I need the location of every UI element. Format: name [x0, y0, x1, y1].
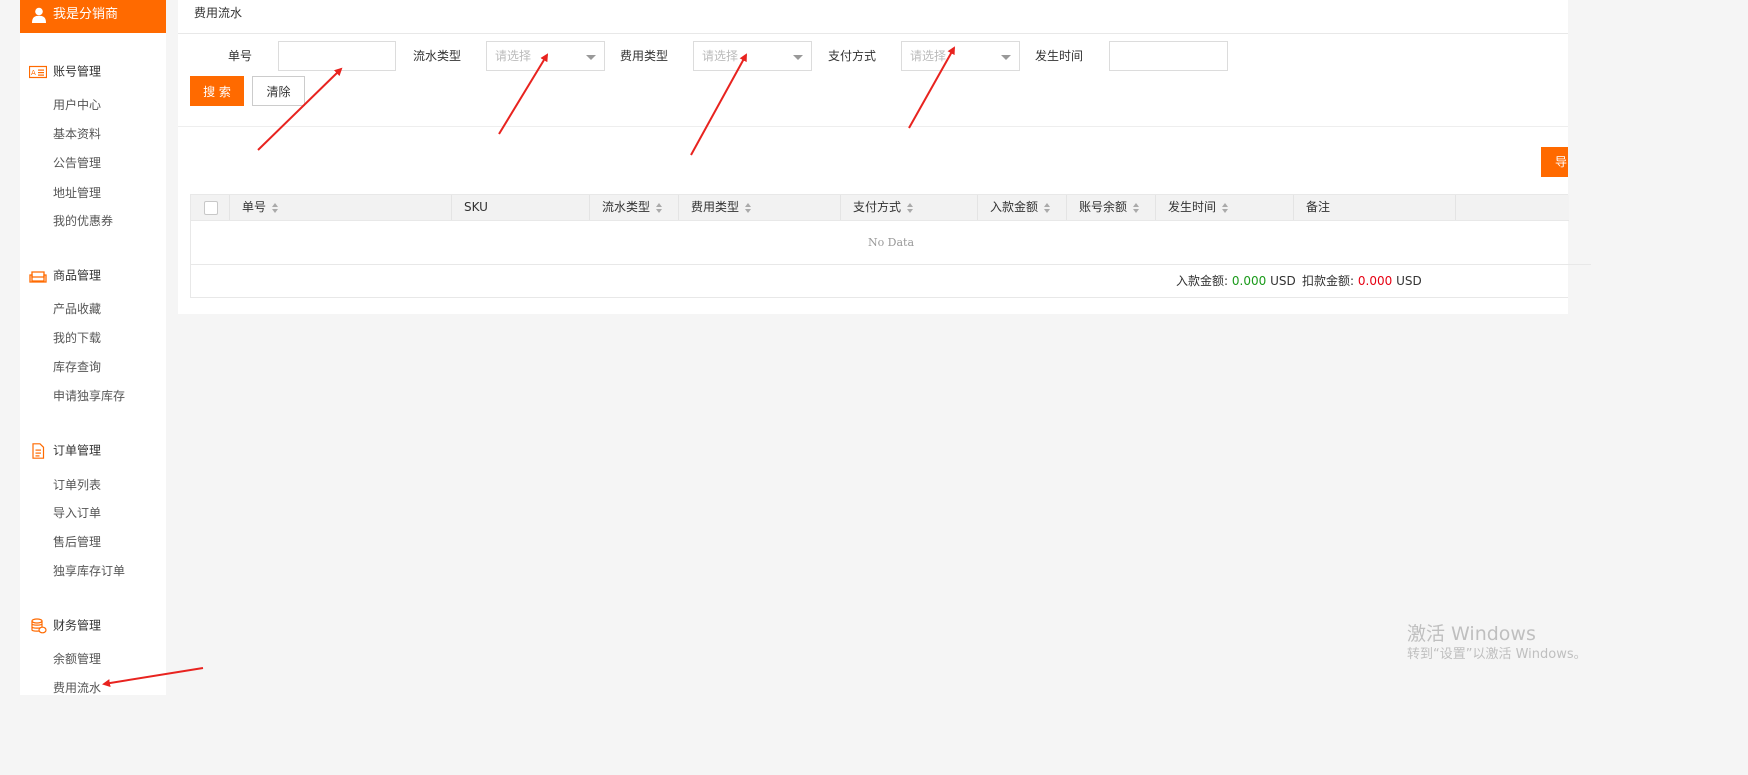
table-header: 单号 SKU 流水类型 费用类型 支付方式 入款金额 账号余额 发生时间 备注 — [191, 195, 1569, 221]
sidebar-item-fee-flow[interactable]: 费用流水 — [53, 680, 101, 696]
sort-icon[interactable] — [1133, 202, 1140, 213]
windows-activation-title: 激活 Windows — [1407, 623, 1536, 645]
chevron-down-icon — [793, 55, 803, 60]
page-title: 费用流水 — [194, 6, 243, 20]
sidebar-item-addresses[interactable]: 地址管理 — [53, 185, 101, 201]
income-summary: 入款金额: 0.000 USD — [1176, 274, 1296, 288]
pay-method-placeholder: 请选择 — [910, 49, 947, 63]
flow-type-label: 流水类型 — [413, 49, 462, 63]
sidebar-item-stock-query[interactable]: 库存查询 — [53, 359, 101, 375]
flow-type-select[interactable]: 请选择 — [486, 41, 605, 71]
deduct-summary: 扣款金额: 0.000 USD — [1302, 274, 1422, 288]
sidebar-item-after-sales[interactable]: 售后管理 — [53, 534, 101, 550]
chevron-down-icon — [586, 55, 596, 60]
column-header-sku: SKU — [452, 195, 590, 220]
coins-icon — [31, 617, 47, 633]
order-no-input[interactable] — [278, 41, 396, 71]
deduct-currency: USD — [1396, 274, 1422, 288]
section-account: A 账号管理 — [29, 64, 102, 79]
sidebar-item-order-list[interactable]: 订单列表 — [53, 477, 101, 493]
chevron-down-icon — [1001, 55, 1011, 60]
fee-type-select[interactable]: 请选择 — [693, 41, 812, 71]
sidebar-item-balance[interactable]: 余额管理 — [53, 651, 101, 667]
svg-text:A: A — [31, 69, 36, 77]
order-no-label: 单号 — [228, 49, 253, 63]
sidebar-header[interactable]: 我是分销商 — [20, 0, 166, 33]
section-finance: 财务管理 — [29, 616, 101, 634]
deduct-value: 0.000 — [1357, 274, 1393, 288]
sidebar: 我是分销商 A 账号管理 用户中心 基本资料 公告管理 地址管理 我的优惠券 商… — [20, 0, 166, 695]
sort-icon[interactable] — [272, 202, 279, 213]
sort-icon[interactable] — [656, 202, 663, 213]
table-summary: 入款金额: 0.000 USD 扣款金额: 0.000 USD — [191, 265, 1569, 297]
main-panel: 费用流水 单号 流水类型 请选择 费用类型 请选择 支付方式 请选择 发生时间 … — [178, 0, 1591, 314]
fee-type-label: 费用类型 — [620, 49, 669, 63]
time-label: 发生时间 — [1035, 49, 1084, 63]
id-card-icon: A — [29, 65, 47, 78]
column-header-income[interactable]: 入款金额 — [978, 195, 1067, 220]
windows-activation-hint: 转到“设置”以激活 Windows。 — [1407, 647, 1587, 662]
select-all-cell — [191, 195, 230, 220]
sidebar-item-downloads[interactable]: 我的下载 — [53, 330, 101, 346]
flow-type-placeholder: 请选择 — [495, 49, 532, 63]
sidebar-item-announcements[interactable]: 公告管理 — [53, 155, 101, 171]
empty-state: No Data — [191, 221, 1591, 265]
income-currency: USD — [1270, 274, 1296, 288]
pay-method-select[interactable]: 请选择 — [901, 41, 1020, 71]
export-button[interactable]: 导 — [1541, 147, 1568, 177]
column-header-time[interactable]: 发生时间 — [1156, 195, 1294, 220]
pay-method-label: 支付方式 — [828, 49, 877, 63]
income-value: 0.000 — [1231, 274, 1267, 288]
sidebar-header-label: 我是分销商 — [53, 7, 119, 22]
select-all-checkbox[interactable] — [204, 201, 218, 215]
divider — [178, 126, 1568, 127]
search-button[interactable]: 搜 索 — [190, 76, 244, 106]
column-header-remark: 备注 — [1294, 195, 1456, 220]
sort-icon[interactable] — [1044, 202, 1051, 213]
column-header-pay-method[interactable]: 支付方式 — [841, 195, 978, 220]
divider — [178, 33, 1568, 34]
column-header-balance[interactable]: 账号余额 — [1067, 195, 1156, 220]
sidebar-item-user-center[interactable]: 用户中心 — [53, 97, 101, 113]
sort-icon[interactable] — [1222, 202, 1229, 213]
user-icon — [32, 7, 46, 23]
column-header-order-no[interactable]: 单号 — [230, 195, 452, 220]
sidebar-item-exclusive-orders[interactable]: 独享库存订单 — [53, 563, 125, 579]
sort-icon[interactable] — [907, 202, 914, 213]
time-input[interactable] — [1109, 41, 1228, 71]
document-icon — [32, 442, 45, 459]
column-header-flow-type[interactable]: 流水类型 — [590, 195, 679, 220]
sidebar-item-basic-info[interactable]: 基本资料 — [53, 126, 101, 142]
sofa-icon — [29, 270, 47, 283]
clear-button[interactable]: 清除 — [252, 76, 305, 106]
sidebar-item-exclusive-stock[interactable]: 申请独享库存 — [53, 388, 125, 404]
sidebar-item-coupons[interactable]: 我的优惠券 — [53, 213, 113, 229]
sidebar-item-favorites[interactable]: 产品收藏 — [53, 301, 101, 317]
fee-type-placeholder: 请选择 — [702, 49, 739, 63]
section-orders: 订单管理 — [29, 441, 101, 459]
sort-icon[interactable] — [745, 202, 752, 213]
data-table: 单号 SKU 流水类型 费用类型 支付方式 入款金额 账号余额 发生时间 备注 … — [190, 194, 1591, 298]
section-products: 商品管理 — [29, 266, 101, 284]
column-header-fee-type[interactable]: 费用类型 — [679, 195, 841, 220]
sidebar-item-import-orders[interactable]: 导入订单 — [53, 505, 101, 521]
